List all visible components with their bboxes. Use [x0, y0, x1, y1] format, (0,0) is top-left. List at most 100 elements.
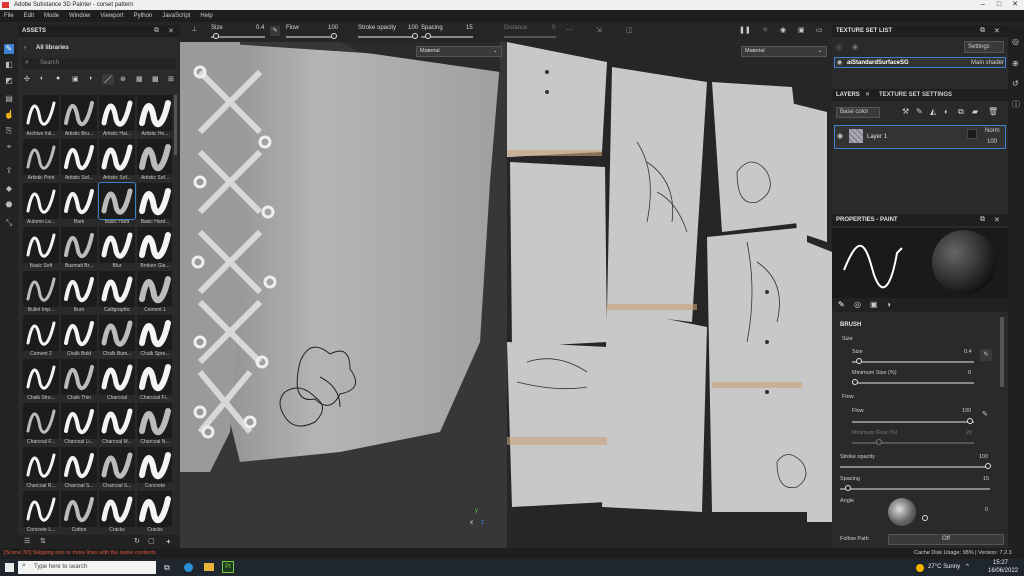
save-icon[interactable]: ▢: [148, 537, 155, 545]
refresh-icon[interactable]: ↻: [134, 537, 140, 545]
resize-icon[interactable]: ⤡: [4, 218, 14, 228]
display-settings-icon[interactable]: ☼: [762, 26, 768, 33]
windows-start-icon[interactable]: [5, 563, 14, 572]
search-input[interactable]: Search: [40, 60, 59, 66]
min-flow-knob[interactable]: [876, 439, 882, 445]
pause-icon[interactable]: ❚❚: [739, 26, 751, 34]
asset-item[interactable]: Artistic Sof...: [60, 139, 98, 183]
texture-settings-dropdown[interactable]: Settings: [964, 41, 1004, 53]
flow-slider[interactable]: [852, 421, 974, 423]
asset-item[interactable]: Artistic Sof...: [136, 139, 172, 183]
asset-item[interactable]: Calligraphic: [98, 271, 136, 315]
menu-window[interactable]: Window: [69, 13, 90, 19]
menu-file[interactable]: File: [4, 13, 14, 19]
viewport-3d-mode-dropdown[interactable]: Material ⌄: [416, 46, 502, 57]
camera-icon[interactable]: ▣: [798, 26, 805, 34]
add-paint-layer-icon[interactable]: ✎: [916, 107, 923, 116]
chevron-right-icon[interactable]: ›: [24, 45, 26, 51]
weather-text[interactable]: 27°C Sunny: [928, 564, 960, 570]
spacing-knob[interactable]: [845, 485, 851, 491]
undock-icon[interactable]: ⧉: [980, 216, 985, 224]
asset-item[interactable]: Artistic Sof...: [98, 139, 136, 183]
spacing-slider[interactable]: [840, 488, 990, 490]
substance-painter-taskbar-icon[interactable]: Pt: [222, 561, 234, 573]
projection-icon[interactable]: ◩: [4, 76, 14, 86]
filter-filters-icon[interactable]: ◑: [88, 75, 92, 82]
close-panel-icon[interactable]: ✕: [994, 27, 1000, 35]
asset-item[interactable]: Concrete: [136, 447, 172, 491]
viewport-3d[interactable]: y x z Material ⌄: [180, 42, 507, 548]
asset-item[interactable]: Artistic Bru...: [60, 95, 98, 139]
asset-item[interactable]: Artistic Print: [22, 139, 60, 183]
menu-mode[interactable]: Mode: [44, 13, 59, 19]
visibility-icon[interactable]: ◎: [836, 43, 842, 51]
tab-texture-set-settings[interactable]: TEXTURE SET SETTINGS: [879, 92, 952, 98]
asset-item[interactable]: Chalk Thin: [60, 359, 98, 403]
assets-scrollbar[interactable]: [174, 95, 177, 155]
delete-layer-icon[interactable]: 🗑: [988, 107, 998, 116]
add-group-icon[interactable]: ⧉: [958, 107, 964, 117]
size-knob[interactable]: [856, 358, 862, 364]
maximize-icon[interactable]: □: [992, 0, 1006, 10]
filter-brushes-icon[interactable]: ／: [102, 74, 114, 85]
toolbar-size-slider[interactable]: [211, 36, 265, 38]
status-message[interactable]: [Scene 3D] Skipping one or more lines wi…: [4, 548, 156, 559]
paint-brush-icon[interactable]: ✎: [4, 44, 14, 54]
tab-layers[interactable]: LAYERS: [836, 92, 860, 98]
asset-item[interactable]: Chalk Bold: [60, 315, 98, 359]
add-mask-icon[interactable]: ◐: [944, 107, 949, 116]
folder-icon[interactable]: ▰: [972, 107, 978, 116]
filter-more-icon[interactable]: ⊞: [168, 75, 174, 83]
edge-icon[interactable]: [184, 563, 193, 572]
close-tab-icon[interactable]: ✕: [865, 91, 870, 98]
bake-icon[interactable]: ⇪: [4, 166, 14, 176]
angle-dial[interactable]: [888, 498, 916, 526]
asset-item[interactable]: Autumn Le...: [22, 183, 60, 227]
asset-item[interactable]: Charcoal Li...: [60, 403, 98, 447]
add-asset-icon[interactable]: +: [166, 537, 171, 546]
solo-icon[interactable]: ◉: [852, 43, 858, 51]
brush-tab-icon[interactable]: ✎: [838, 300, 845, 309]
flow-pressure-icon[interactable]: ✎: [982, 410, 988, 418]
asset-item[interactable]: Concrete L...: [22, 491, 60, 535]
viewport-2d[interactable]: Material ⌄: [507, 42, 832, 548]
alpha-tab-icon[interactable]: ◎: [854, 300, 861, 309]
layer-opacity[interactable]: 100: [987, 139, 997, 145]
asset-search-bar[interactable]: ⌕ Search: [22, 58, 176, 69]
angle-knob[interactable]: [922, 515, 928, 521]
layer-name[interactable]: Layer 1: [867, 134, 887, 140]
size-pressure-icon[interactable]: ✎: [980, 349, 992, 361]
layer-visibility-icon[interactable]: ◉: [837, 132, 843, 140]
filter-materials-icon[interactable]: ◐: [40, 75, 44, 82]
asset-item[interactable]: Basic Hard...: [136, 183, 172, 227]
layer-mask-slot[interactable]: [967, 129, 977, 139]
eraser-icon[interactable]: ◧: [4, 60, 14, 70]
clone-icon[interactable]: ⎘: [4, 126, 14, 136]
min-flow-slider[interactable]: [852, 442, 974, 444]
clock-date[interactable]: 16/06/2022: [988, 568, 1018, 574]
tray-chevron-icon[interactable]: ^: [966, 564, 969, 570]
symmetry-icon[interactable]: ⟂: [192, 26, 200, 34]
asset-item[interactable]: Basic Soft: [22, 227, 60, 271]
min-size-slider[interactable]: [852, 382, 974, 384]
material-tab-icon[interactable]: ◑: [886, 300, 891, 309]
asset-item[interactable]: Burn: [60, 271, 98, 315]
asset-item[interactable]: Charcoal N...: [136, 403, 172, 447]
asset-item[interactable]: Artistic Hai...: [98, 95, 136, 139]
asset-item[interactable]: Chalk Stro...: [22, 359, 60, 403]
toolbar-flow-slider[interactable]: [286, 36, 336, 38]
asset-item[interactable]: Charcoal: [98, 359, 136, 403]
filter-icon[interactable]: ✣: [24, 75, 30, 83]
asset-item[interactable]: Cement 1: [136, 271, 172, 315]
menu-help[interactable]: Help: [200, 13, 212, 19]
blend-mode[interactable]: Norm: [985, 128, 1000, 134]
library-selector[interactable]: All libraries: [36, 45, 69, 51]
toolbar-flow-knob[interactable]: [331, 33, 337, 39]
follow-path-toggle[interactable]: Off: [888, 534, 1004, 545]
asset-item[interactable]: Archive Ink...: [22, 95, 60, 139]
undock-icon[interactable]: ⧉: [154, 27, 159, 35]
toolbar-size-knob[interactable]: [213, 33, 219, 39]
size-slider[interactable]: [852, 361, 974, 363]
asset-item[interactable]: Charcoal S...: [98, 447, 136, 491]
toolbar-distance-slider[interactable]: [504, 36, 556, 38]
